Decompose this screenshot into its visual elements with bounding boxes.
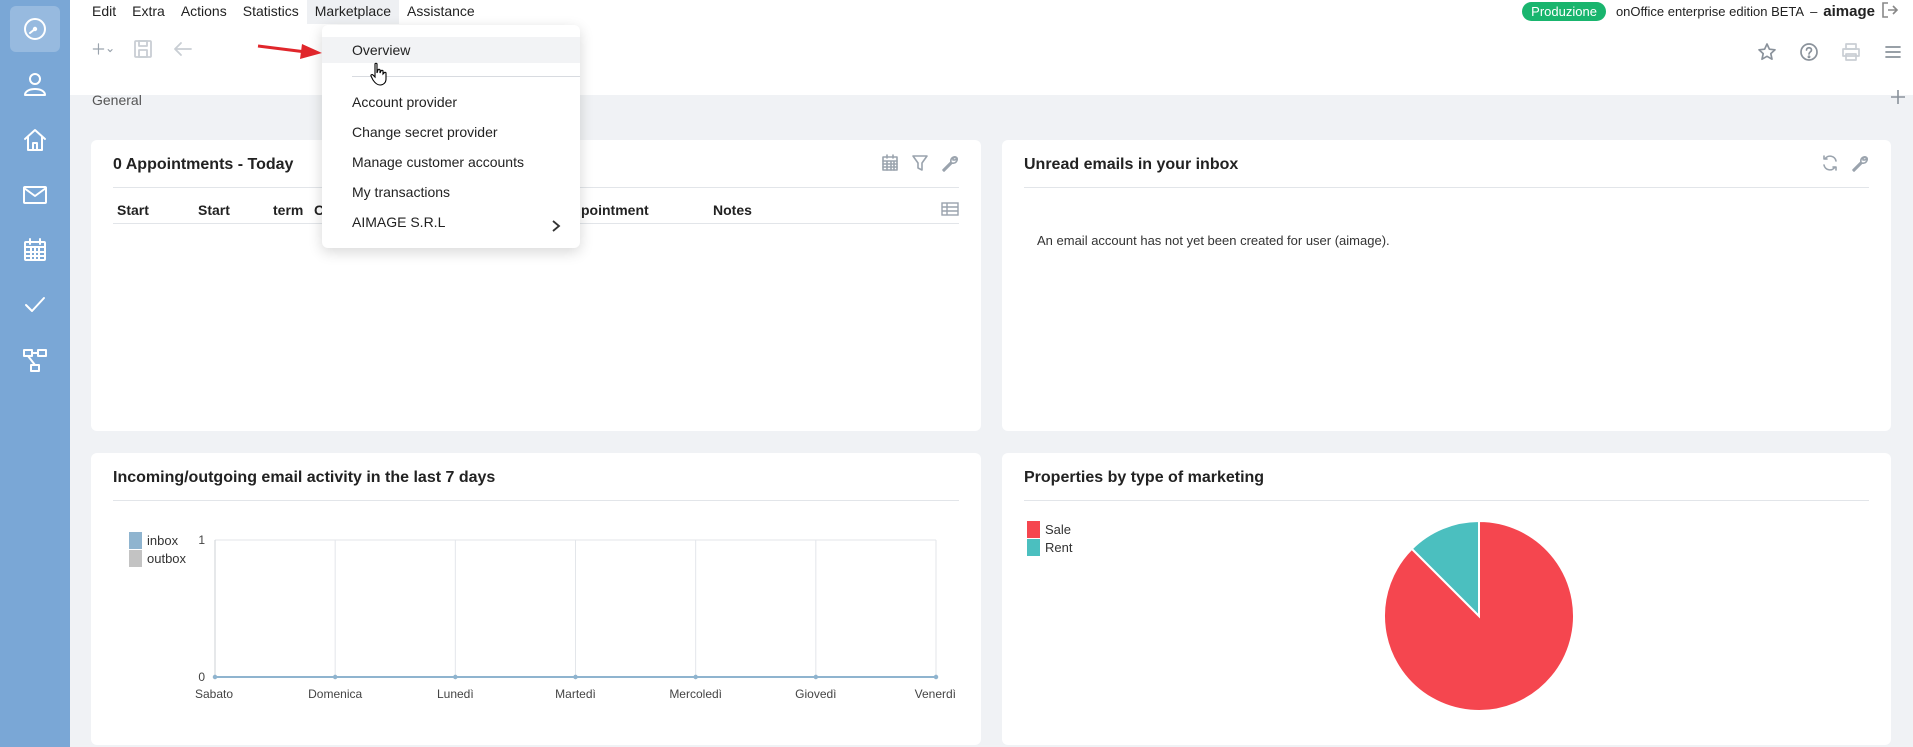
calendar-icon[interactable] xyxy=(881,154,899,172)
sidebar-tasks-button[interactable] xyxy=(10,282,60,328)
checkmark-icon xyxy=(25,297,45,312)
appointments-actions xyxy=(881,154,959,172)
table-icon xyxy=(941,202,959,216)
plus-chevron-icon xyxy=(92,43,113,55)
main-menu: Edit Extra Actions Statistics Marketplac… xyxy=(84,0,483,24)
toolbar-right xyxy=(1757,42,1903,62)
back-button[interactable] xyxy=(172,38,194,65)
x-tick-label: Domenica xyxy=(308,687,362,701)
refresh-icon[interactable] xyxy=(1821,154,1839,172)
menu-marketplace[interactable]: Marketplace xyxy=(306,0,400,24)
x-tick-label: Giovedì xyxy=(795,687,836,701)
x-tick-label: Martedì xyxy=(555,687,596,701)
sidebar-properties-button[interactable] xyxy=(10,117,60,163)
wrench-icon[interactable] xyxy=(941,154,959,172)
data-point-inbox[interactable] xyxy=(693,674,698,680)
menu-item-overview[interactable]: Overview xyxy=(322,37,580,63)
sidebar-calendar-button[interactable] xyxy=(10,227,60,273)
menu-actions[interactable]: Actions xyxy=(173,0,235,24)
submenu-label: AIMAGE S.R.L xyxy=(352,214,446,230)
add-button[interactable] xyxy=(92,38,114,65)
x-tick-label: Lunedì xyxy=(437,687,474,701)
header-info: Produzione onOffice enterprise edition B… xyxy=(1522,0,1899,22)
email-activity-chart: 0 1 Sabato Domenica Lunedì Martedì Mercoledì Gi… xyxy=(195,533,956,701)
plus-icon xyxy=(1891,90,1905,104)
user-icon xyxy=(24,73,46,96)
menu-item-manage-customer-accounts[interactable]: Manage customer accounts xyxy=(322,149,580,175)
add-tab-button[interactable] xyxy=(1889,88,1907,111)
unread-emails-widget: Unread emails in your inbox An email acc… xyxy=(1002,140,1891,431)
appointments-title: 0 Appointments - Today xyxy=(113,156,294,173)
menu-item-aimage-srl[interactable]: AIMAGE S.R.L xyxy=(322,209,580,235)
column-term[interactable]: term xyxy=(273,202,303,218)
logout-button[interactable] xyxy=(1881,1,1899,22)
dashboard-icon xyxy=(24,18,46,40)
sidebar-email-button[interactable] xyxy=(10,172,60,218)
menu-item-account-provider[interactable]: Account provider xyxy=(322,89,580,115)
data-point-inbox[interactable] xyxy=(212,674,218,680)
data-point-inbox[interactable] xyxy=(813,674,819,680)
red-arrow-annotation xyxy=(257,44,322,59)
tab-general[interactable]: General xyxy=(92,92,142,108)
menu-assistance[interactable]: Assistance xyxy=(399,0,483,24)
unread-emails-title: Unread emails in your inbox xyxy=(1024,156,1239,173)
sidebar-process-button[interactable] xyxy=(10,337,60,383)
wrench-icon[interactable] xyxy=(1851,154,1869,172)
x-tick-label: Mercoledì xyxy=(669,687,722,701)
email-activity-widget: Incoming/outgoing email activity in the … xyxy=(91,453,981,745)
data-point-inbox[interactable] xyxy=(332,674,338,680)
calendar-icon xyxy=(24,238,46,261)
column-start-2[interactable]: Start xyxy=(198,202,230,218)
y-tick-label: 1 xyxy=(198,533,205,547)
no-email-account-message: An email account has not yet been create… xyxy=(1037,233,1390,248)
table-settings-button[interactable] xyxy=(941,200,959,221)
data-point-inbox[interactable] xyxy=(933,674,939,680)
hamburger-menu-icon[interactable] xyxy=(1883,42,1903,62)
save-button[interactable] xyxy=(132,38,154,65)
mail-icon xyxy=(23,186,47,204)
username-label: aimage xyxy=(1823,2,1875,20)
unread-emails-divider xyxy=(1024,187,1869,188)
y-tick-label: 0 xyxy=(198,670,205,684)
save-icon xyxy=(134,40,152,58)
star-icon[interactable] xyxy=(1757,42,1777,62)
help-icon[interactable] xyxy=(1799,42,1819,62)
menu-edit[interactable]: Edit xyxy=(84,0,124,24)
marketplace-dropdown: Overview Account provider Change secret … xyxy=(322,25,580,248)
sidebar-dashboard-button[interactable] xyxy=(10,6,60,52)
edition-label: onOffice enterprise edition BETA xyxy=(1615,3,1805,19)
menu-item-change-secret-provider[interactable]: Change secret provider xyxy=(322,119,580,145)
data-point-inbox[interactable] xyxy=(453,674,458,680)
properties-pie-chart xyxy=(1383,519,1575,712)
x-tick-label: Venerdì xyxy=(915,687,956,701)
menu-item-my-transactions[interactable]: My transactions xyxy=(322,179,580,205)
environment-badge: Produzione xyxy=(1522,1,1606,21)
sidebar-contacts-button[interactable] xyxy=(10,61,60,107)
hand-cursor-icon xyxy=(370,62,387,86)
data-point-inbox[interactable] xyxy=(573,674,578,680)
column-start[interactable]: Start xyxy=(117,202,149,218)
logout-icon xyxy=(1882,1,1899,18)
unread-emails-actions xyxy=(1821,154,1869,172)
properties-marketing-widget: Properties by type of marketing Sale Ren… xyxy=(1002,453,1891,745)
menu-extra[interactable]: Extra xyxy=(124,0,173,24)
arrow-left-icon xyxy=(174,42,192,56)
print-icon[interactable] xyxy=(1841,42,1861,62)
menu-statistics[interactable]: Statistics xyxy=(235,0,307,24)
home-icon xyxy=(24,129,46,151)
column-appointment[interactable]: pointment xyxy=(581,202,649,218)
flowchart-icon xyxy=(23,349,47,372)
left-sidebar xyxy=(0,0,70,747)
chevron-right-icon xyxy=(550,215,562,241)
filter-icon[interactable] xyxy=(911,154,929,172)
x-tick-label: Sabato xyxy=(195,687,233,701)
header-separator: – xyxy=(1810,3,1818,19)
toolbar xyxy=(92,38,194,65)
column-notes[interactable]: Notes xyxy=(713,202,752,218)
